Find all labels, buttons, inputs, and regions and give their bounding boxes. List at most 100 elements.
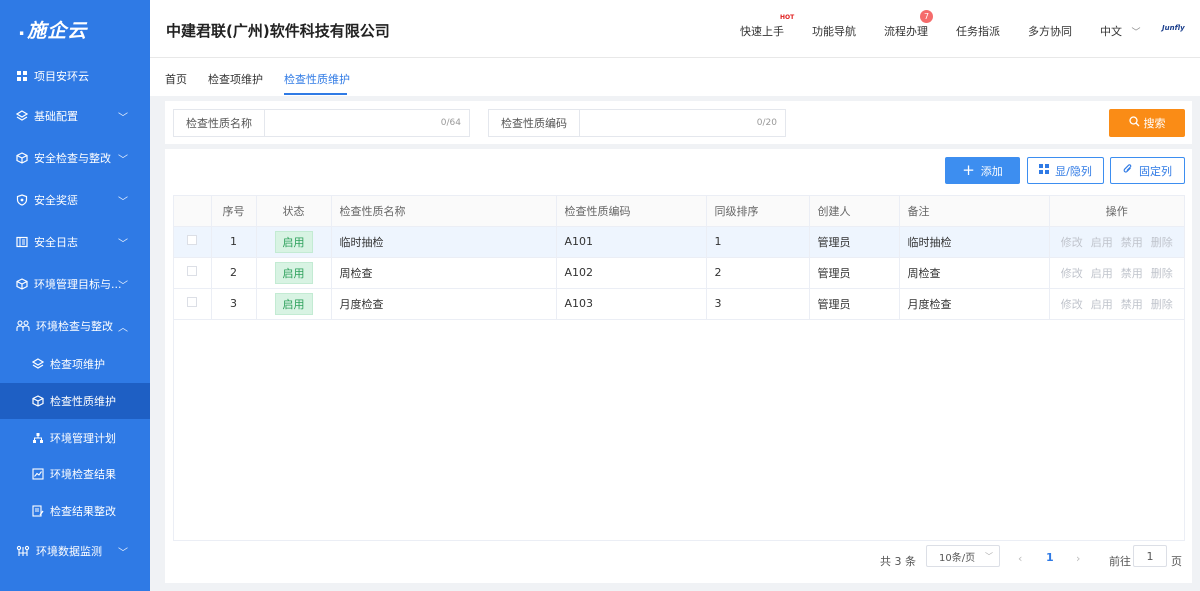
sidebar-item-result-rectify[interactable]: 检查结果整改	[0, 493, 150, 529]
pagination: 共 3 条 10条/页 ﹀ ‹ 1 › 前往 1 页	[165, 545, 1192, 575]
cube-icon	[16, 152, 28, 164]
sidebar-item-env-result[interactable]: 环境检查结果	[0, 456, 150, 492]
page-suffix: 页	[1171, 555, 1182, 568]
name-search-field[interactable]: 检查性质名称 0/64	[173, 109, 470, 137]
page-size-value: 10条/页	[939, 552, 976, 564]
column-header: 序号	[211, 196, 257, 227]
sidebar-item-env-target[interactable]: 环境管理目标与... ﹀	[0, 266, 150, 302]
column-header: 创建人	[809, 196, 900, 227]
sidebar-item-safety-reward[interactable]: 安全奖惩 ﹀	[0, 182, 150, 218]
status-badge: 启用	[274, 230, 313, 253]
next-page-button[interactable]: ›	[1076, 552, 1080, 565]
code-search-field[interactable]: 检查性质编码 0/20	[488, 109, 786, 137]
sidebar-item-label: 安全日志	[34, 236, 78, 249]
nav-collab[interactable]: 多方协同	[1028, 23, 1072, 39]
nav-process[interactable]: 流程办理 7	[884, 10, 933, 39]
page-size-select[interactable]: 10条/页 ﹀	[926, 545, 1000, 567]
actions-cell: 修改 启用 禁用 删除	[1049, 288, 1184, 320]
disable-action[interactable]: 禁用	[1121, 267, 1143, 280]
remark-cell: 周检查	[899, 257, 1050, 289]
table-row[interactable]: 3 启用 月度检查 A103 3 管理员 月度检查 修改 启用 禁用 删除	[174, 288, 1184, 320]
plus-icon: +	[962, 161, 975, 179]
disable-action[interactable]: 禁用	[1121, 236, 1143, 249]
nav-quick-start[interactable]: 快速上手 HOT	[740, 14, 794, 39]
layers-icon	[16, 110, 28, 122]
header-checkbox-cell	[174, 196, 212, 227]
nav-task[interactable]: 任务指派	[956, 23, 1000, 39]
sidebar: . 施企云 项目安环云 基础配置 ﹀ 安全检查与整改 ﹀ 安全奖惩 ﹀ 安全日志…	[0, 0, 150, 591]
name-cell: 月度检查	[331, 288, 557, 320]
sidebar-item-label: 环境检查结果	[50, 468, 116, 481]
search-icon	[1128, 116, 1140, 130]
sidebar-item-safety-log[interactable]: 安全日志 ﹀	[0, 224, 150, 260]
toggle-columns-button[interactable]: 显/隐列	[1027, 157, 1104, 184]
chevron-down-icon: ﹀	[1131, 28, 1141, 38]
sidebar-item-env-monitor[interactable]: 环境数据监测 ﹀	[0, 533, 150, 569]
edit-action[interactable]: 修改	[1061, 236, 1083, 249]
layers-icon	[32, 358, 44, 370]
index-cell: 3	[211, 288, 257, 320]
sidebar-item-label: 检查项维护	[50, 358, 105, 371]
page-number-current[interactable]: 1	[1046, 551, 1054, 564]
language-label: 中文	[1100, 25, 1122, 38]
enable-action[interactable]: 启用	[1091, 298, 1113, 311]
tab-check-nature[interactable]: 检查性质维护	[284, 71, 350, 87]
edit-action[interactable]: 修改	[1061, 267, 1083, 280]
sidebar-item-env-check[interactable]: 环境检查与整改 ︿	[0, 308, 150, 344]
row-checkbox[interactable]	[187, 266, 198, 276]
sidebar-item-basic-config[interactable]: 基础配置 ﹀	[0, 98, 150, 134]
paperclip-icon	[1123, 163, 1133, 178]
name-cell: 周检查	[331, 257, 557, 289]
column-header: 检查性质编码	[556, 196, 707, 227]
delete-action[interactable]: 删除	[1151, 267, 1173, 280]
data-table: 序号 状态 检查性质名称 检查性质编码 同级排序 创建人 备注 操作 1 启用 …	[173, 195, 1185, 541]
code-cell: A103	[556, 288, 707, 320]
breadcrumb-tabs: 首页 检查项维护 检查性质维护	[150, 58, 1200, 96]
sidebar-item-label: 检查结果整改	[50, 505, 116, 518]
sidebar-item-label: 基础配置	[34, 110, 78, 123]
row-checkbox[interactable]	[187, 235, 198, 245]
index-cell: 2	[211, 257, 257, 289]
top-header: 中建君联(广州)软件科技有限公司 快速上手 HOT 功能导航 流程办理 7 任务…	[150, 0, 1200, 58]
chevron-down-icon: ﹀	[118, 238, 128, 250]
disable-action[interactable]: 禁用	[1121, 298, 1143, 311]
enable-action[interactable]: 启用	[1091, 236, 1113, 249]
add-button[interactable]: + 添加	[945, 157, 1020, 184]
sidebar-item-label: 环境检查与整改	[36, 320, 113, 333]
prev-page-button[interactable]: ‹	[1018, 552, 1022, 565]
row-checkbox-cell	[174, 226, 212, 258]
tab-check-item[interactable]: 检查项维护	[208, 71, 263, 87]
sidebar-item-env-plan[interactable]: 环境管理计划	[0, 420, 150, 456]
name-cell: 临时抽检	[331, 226, 557, 258]
actions-cell: 修改 启用 禁用 删除	[1049, 226, 1184, 258]
delete-action[interactable]: 删除	[1151, 236, 1173, 249]
fix-columns-button[interactable]: 固定列	[1110, 157, 1185, 184]
sidebar-item-project[interactable]: 项目安环云	[0, 58, 150, 94]
delete-action[interactable]: 删除	[1151, 298, 1173, 311]
goto-page-input[interactable]: 1	[1133, 545, 1167, 567]
tab-home[interactable]: 首页	[165, 71, 187, 87]
row-checkbox[interactable]	[187, 297, 198, 307]
edit-action[interactable]: 修改	[1061, 298, 1083, 311]
chevron-down-icon: ﹀	[118, 196, 128, 208]
language-select[interactable]: 中文 ﹀	[1100, 23, 1141, 39]
edit-icon	[32, 505, 44, 517]
sidebar-item-check-item[interactable]: 检查项维护	[0, 346, 150, 382]
shield-icon	[16, 194, 28, 206]
creator-cell: 管理员	[809, 288, 900, 320]
sidebar-item-check-nature[interactable]: 检查性质维护	[0, 383, 150, 419]
log-icon	[16, 236, 28, 248]
table-row[interactable]: 2 启用 周检查 A102 2 管理员 周检查 修改 启用 禁用 删除	[174, 257, 1184, 289]
status-badge: 启用	[274, 292, 313, 315]
code-char-count: 0/20	[756, 118, 777, 128]
sort-cell: 3	[706, 288, 810, 320]
cube-icon	[16, 278, 28, 290]
enable-action[interactable]: 启用	[1091, 267, 1113, 280]
row-checkbox-cell	[174, 257, 212, 289]
sidebar-item-safety-check[interactable]: 安全检查与整改 ﹀	[0, 140, 150, 176]
brand-logo: Junfly	[1162, 24, 1185, 32]
search-button[interactable]: 搜索	[1109, 109, 1185, 137]
monitor-icon	[16, 545, 30, 557]
table-row[interactable]: 1 启用 临时抽检 A101 1 管理员 临时抽检 修改 启用 禁用 删除	[174, 226, 1184, 258]
nav-function[interactable]: 功能导航	[812, 23, 856, 39]
